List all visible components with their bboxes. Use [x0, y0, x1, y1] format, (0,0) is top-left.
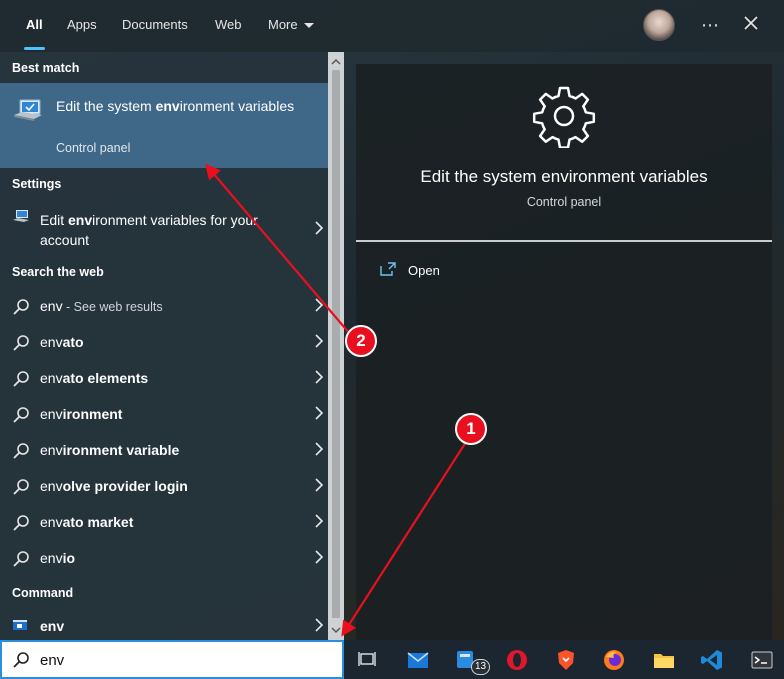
web-result-label: envato elements	[40, 370, 149, 386]
web-result-label: envolve provider login	[40, 478, 188, 494]
search-icon	[13, 407, 29, 423]
opera-icon[interactable]	[505, 648, 529, 672]
web-result-item[interactable]: environment variable	[0, 433, 328, 469]
chevron-right-icon	[315, 550, 324, 564]
annotation-badge-2: 2	[345, 325, 377, 357]
preview-pane: Edit the system environment variables Co…	[356, 64, 772, 640]
best-match-subtitle: Control panel	[56, 141, 131, 155]
settings-item-env-vars-account[interactable]: Edit environment variables for your acco…	[0, 203, 328, 259]
tab-apps[interactable]: Apps	[67, 0, 97, 52]
search-icon	[13, 371, 29, 387]
web-result-label: env - See web results	[40, 298, 163, 314]
web-result-item[interactable]: envato market	[0, 505, 328, 541]
web-result-label: environment	[40, 406, 123, 422]
web-result-item[interactable]: envio	[0, 541, 328, 577]
search-icon	[13, 515, 29, 531]
search-tabs-bar: All Apps Documents Web More ⋯	[0, 0, 784, 52]
terminal-icon[interactable]	[750, 648, 774, 672]
more-options-icon[interactable]: ⋯	[701, 14, 719, 36]
scroll-down-icon[interactable]	[330, 624, 342, 636]
tab-web[interactable]: Web	[215, 0, 242, 52]
settings-item-label: Edit environment variables for your acco…	[40, 212, 258, 248]
scroll-up-icon[interactable]	[330, 56, 342, 68]
web-result-label: envio	[40, 550, 76, 566]
section-search-web: Search the web	[12, 265, 104, 279]
best-match-item[interactable]: Edit the system environment variables Co…	[0, 83, 328, 168]
web-result-item[interactable]: envato elements	[0, 361, 328, 397]
preview-title: Edit the system environment variables	[420, 167, 708, 186]
scrollbar-thumb[interactable]	[332, 70, 340, 618]
chevron-right-icon	[315, 298, 324, 312]
web-result-item[interactable]: envolve provider login	[0, 469, 328, 505]
best-match-title: Edit the system environment variables	[56, 98, 295, 114]
chevron-right-icon	[315, 406, 324, 420]
chevron-right-icon	[315, 618, 324, 632]
tab-more-label: More	[268, 17, 298, 32]
avatar[interactable]	[643, 9, 675, 41]
tab-more[interactable]: More	[268, 0, 314, 52]
chevron-right-icon	[315, 370, 324, 384]
brave-icon[interactable]	[554, 648, 578, 672]
open-icon	[380, 262, 396, 276]
search-icon	[13, 479, 29, 495]
preview-divider	[356, 240, 772, 242]
tab-documents[interactable]: Documents	[122, 0, 188, 52]
search-input[interactable]	[40, 650, 330, 670]
chevron-down-icon	[303, 23, 314, 29]
search-icon	[13, 299, 29, 315]
task-view-icon[interactable]	[356, 648, 380, 672]
command-item-label: env	[40, 618, 65, 634]
tab-all[interactable]: All	[24, 0, 45, 52]
web-result-label: environment variable	[40, 442, 180, 458]
mail-icon[interactable]	[406, 648, 430, 672]
close-icon[interactable]	[743, 14, 759, 36]
search-icon	[13, 551, 29, 567]
web-result-item[interactable]: env - See web results	[0, 289, 328, 325]
vscode-icon[interactable]	[700, 648, 724, 672]
notification-badge: 13	[471, 659, 490, 675]
web-result-label: envato	[40, 334, 84, 350]
file-explorer-icon[interactable]	[652, 648, 676, 672]
section-best-match: Best match	[12, 61, 80, 75]
search-icon	[13, 652, 29, 668]
annotation-badge-1: 1	[455, 413, 487, 445]
search-box[interactable]	[0, 640, 344, 679]
gear-icon	[532, 86, 596, 148]
taskbar: 13	[344, 640, 784, 679]
web-result-item[interactable]: envato	[0, 325, 328, 361]
firefox-icon[interactable]	[602, 648, 626, 672]
system-properties-icon	[12, 97, 44, 130]
section-settings: Settings	[12, 177, 62, 191]
web-result-item[interactable]: environment	[0, 397, 328, 433]
chevron-right-icon	[315, 514, 324, 528]
open-action[interactable]: Open	[408, 263, 440, 278]
web-result-label: envato market	[40, 514, 134, 530]
settings-monitor-icon	[12, 209, 30, 230]
section-command: Command	[12, 586, 74, 600]
command-prompt-icon	[13, 620, 27, 630]
preview-subtitle: Control panel	[526, 195, 602, 209]
search-icon	[13, 443, 29, 459]
chevron-right-icon	[315, 478, 324, 492]
chevron-right-icon	[315, 334, 324, 348]
chevron-right-icon	[315, 221, 324, 235]
chevron-right-icon	[315, 442, 324, 456]
search-icon	[13, 335, 29, 351]
